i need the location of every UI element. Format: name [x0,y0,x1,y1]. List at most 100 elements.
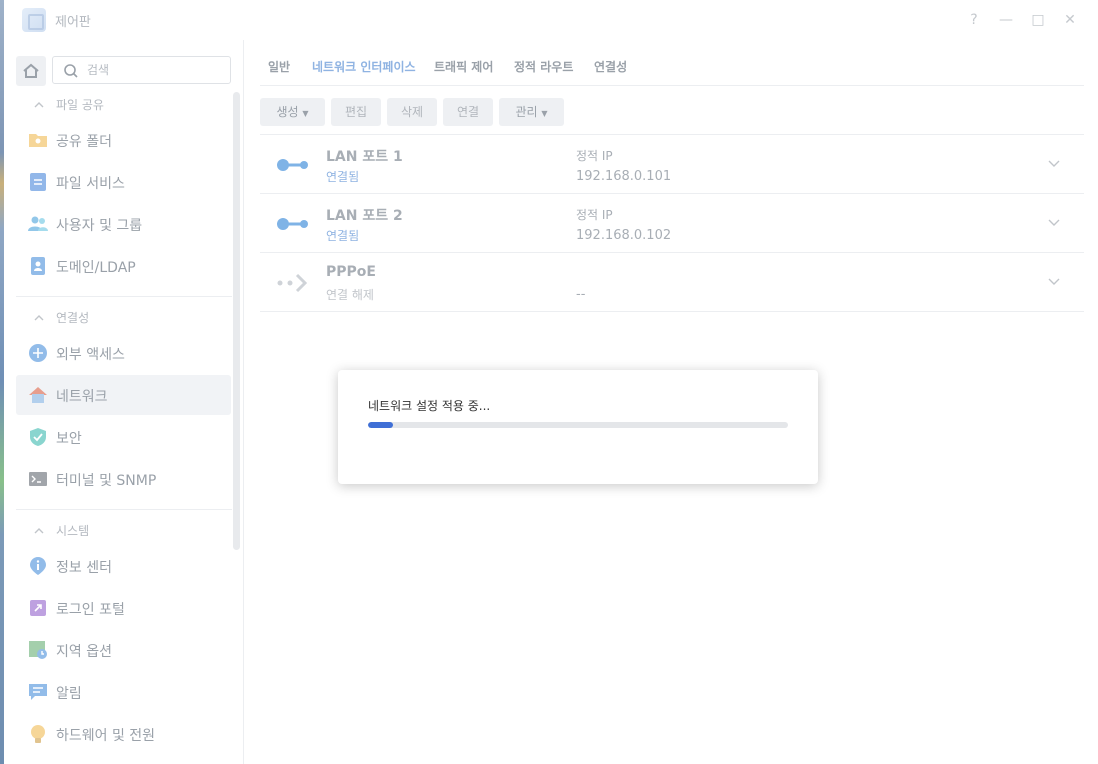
sidebar-item-label: 사용자 및 그룹 [56,218,143,234]
applying-settings-dialog: 네트워크 설정 적용 중... [338,370,818,484]
info-center-icon [30,557,46,575]
tab-bar: 일반 네트워크 인터페이스 트래픽 제어 정적 라우트 연결성 [260,40,1084,86]
button-label: 관리 [515,105,538,119]
terminal-icon [29,472,47,486]
sidebar-item-label: 파일 서비스 [56,176,125,192]
lan-port-icon [277,159,308,171]
sidebar-item-login-portal[interactable]: 로그인 포털 [16,588,231,628]
shared-folder-icon [29,134,47,147]
progress-fill [368,422,394,428]
sidebar-item-info-center[interactable]: 정보 센터 [16,546,231,586]
chevron-up-icon [34,313,44,323]
hardware-power-icon [31,725,45,743]
sidebar-item-hardware-power[interactable]: 하드웨어 및 전원 [16,714,231,754]
sidebar-item-label: 지역 옵션 [56,644,112,660]
dialog-message: 네트워크 설정 적용 중... [368,399,491,413]
connect-button[interactable]: 연결 [443,98,493,126]
sidebar-item-label: 외부 액세스 [56,347,125,363]
sidebar-item-label: 도메인/LDAP [56,260,136,276]
section-connectivity[interactable]: 연결성 [34,309,89,326]
manage-dropdown-button[interactable]: 관리 ▼ [499,98,564,126]
maximize-icon[interactable]: □ [1028,10,1048,30]
file-services-icon [30,173,46,191]
sidebar: 파일 공유 공유 폴더 파일 서비스 사용자 및 그룹 도메인/LDAP 연결성 [4,40,244,764]
edit-button[interactable]: 편집 [331,98,381,126]
login-portal-icon [30,600,46,616]
sidebar-item-regional-options[interactable]: 지역 옵션 [16,630,231,670]
network-house-icon [29,387,47,403]
sidebar-item-shared-folder[interactable]: 공유 폴더 [16,120,231,160]
ip-address: -- [576,287,586,302]
sidebar-item-notification[interactable]: 알림 [16,672,231,712]
search-icon [64,64,78,78]
sidebar-item-terminal-snmp[interactable]: 터미널 및 SNMP [16,459,231,499]
section-label: 시스템 [56,524,90,538]
ip-type: 정적 IP [576,149,613,163]
sidebar-scrollbar[interactable] [233,92,240,550]
section-divider [16,296,232,297]
interface-row-lan2[interactable]: LAN 포트 2 연결됨 정적 IP 192.168.0.102 [260,194,1084,253]
sidebar-item-users-groups[interactable]: 사용자 및 그룹 [16,204,231,244]
section-label: 연결성 [56,311,90,325]
users-groups-icon [28,216,48,231]
home-icon [23,63,39,78]
sidebar-item-external-access[interactable]: 외부 액세스 [16,333,231,373]
ip-address: 192.168.0.102 [576,228,672,243]
interface-status: 연결됨 [326,229,360,243]
chevron-down-icon[interactable] [1048,157,1060,169]
notification-icon [29,684,47,700]
section-label: 파일 공유 [56,98,104,112]
close-icon[interactable]: ✕ [1060,10,1080,30]
sidebar-item-label: 정보 센터 [56,560,112,576]
sidebar-item-network[interactable]: 네트워크 [16,375,231,415]
lan-port-icon [277,218,308,230]
chevron-down-icon[interactable] [1048,275,1060,287]
help-icon[interactable]: ? [964,10,984,30]
sidebar-item-label: 공유 폴더 [56,134,112,150]
sidebar-item-security[interactable]: 보안 [16,417,231,457]
chevron-up-icon [34,100,44,110]
interface-row-lan1[interactable]: LAN 포트 1 연결됨 정적 IP 192.168.0.101 [260,135,1084,194]
interface-row-pppoe[interactable]: PPPoE 연결 해제 -- [260,253,1084,312]
search-box[interactable] [52,56,231,84]
tab-traffic-control[interactable]: 트래픽 제어 [434,58,493,75]
title-bar: 제어판 ? — □ ✕ [4,0,1098,40]
sidebar-item-label: 터미널 및 SNMP [56,473,157,489]
progress-bar [368,422,788,428]
interface-status: 연결됨 [326,170,360,184]
security-shield-icon [30,428,46,446]
delete-button[interactable]: 삭제 [387,98,437,126]
home-button[interactable] [16,56,46,86]
tab-network-interface[interactable]: 네트워크 인터페이스 [312,58,416,75]
window-title: 제어판 [55,15,91,30]
control-panel-app-icon [22,8,46,32]
tab-static-route[interactable]: 정적 라우트 [514,58,573,75]
section-divider [16,509,232,510]
interface-status: 연결 해제 [326,288,374,302]
sidebar-item-label: 로그인 포털 [56,602,125,618]
minimize-icon[interactable]: — [996,10,1016,30]
interface-name: LAN 포트 1 [326,149,403,165]
create-dropdown-button[interactable]: 생성 ▼ [260,98,325,126]
sidebar-item-domain-ldap[interactable]: 도메인/LDAP [16,246,231,286]
ip-address: 192.168.0.101 [576,169,672,184]
domain-ldap-icon [31,257,45,275]
sidebar-item-label: 알림 [56,686,82,702]
section-file-sharing[interactable]: 파일 공유 [34,96,104,113]
chevron-down-icon[interactable] [1048,216,1060,228]
section-system[interactable]: 시스템 [34,522,89,539]
tab-connectivity[interactable]: 연결성 [594,58,627,75]
sidebar-item-label: 하드웨어 및 전원 [56,728,156,744]
sidebar-item-label: 네트워크 [56,389,108,405]
sidebar-item-file-services[interactable]: 파일 서비스 [16,162,231,202]
pppoe-icon [277,273,308,293]
tab-general[interactable]: 일반 [268,58,290,75]
button-label: 생성 [276,105,299,119]
interface-name: LAN 포트 2 [326,208,403,224]
ip-type: 정적 IP [576,208,613,222]
chevron-up-icon [34,526,44,536]
regional-options-icon [29,641,47,659]
search-input[interactable] [87,61,217,79]
caret-down-icon: ▼ [541,109,548,118]
sidebar-item-label: 보안 [56,431,82,447]
